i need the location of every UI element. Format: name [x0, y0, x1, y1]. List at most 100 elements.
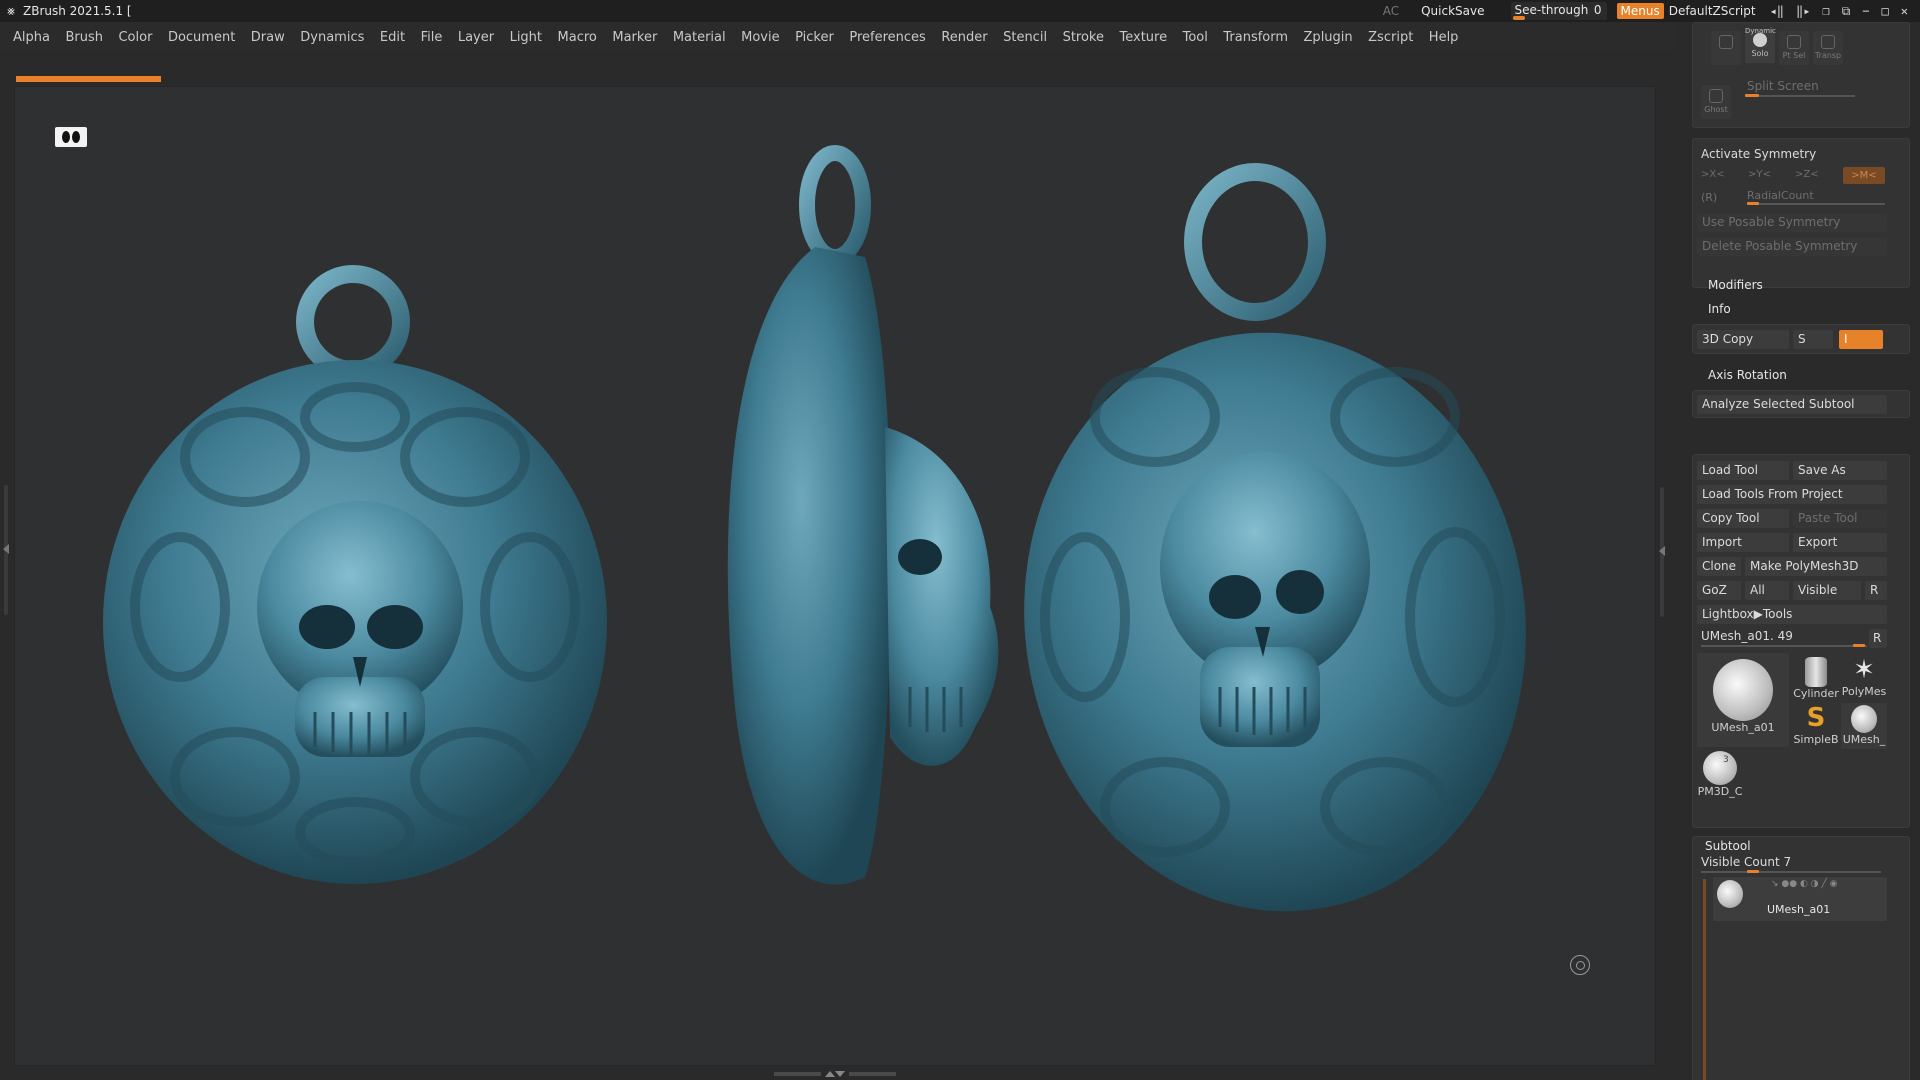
current-tool-r-button[interactable]: R	[1869, 629, 1887, 648]
menu-draw[interactable]: Draw	[251, 30, 285, 45]
window-swap-icon[interactable]: ⧉	[1842, 4, 1851, 19]
menu-brush[interactable]: Brush	[65, 30, 103, 45]
radial-r-button[interactable]: (R)	[1701, 191, 1717, 204]
subtool-title[interactable]: Subtool	[1705, 839, 1751, 853]
menu-tool[interactable]: Tool	[1183, 30, 1208, 45]
left-tray-arrow-icon[interactable]	[3, 544, 9, 554]
goz-visible-button[interactable]: Visible	[1793, 581, 1861, 600]
paste-tool-button[interactable]: Paste Tool	[1793, 509, 1887, 528]
save-as-button[interactable]: Save As	[1793, 461, 1887, 480]
tool-thumb-umesh[interactable]: UMesh_	[1841, 703, 1887, 749]
copy3d-s-button[interactable]: S	[1793, 330, 1833, 349]
local-transform-icon[interactable]	[1711, 31, 1741, 65]
tool-thumb-simplebrush[interactable]: S SimpleB	[1793, 703, 1839, 749]
menu-preferences[interactable]: Preferences	[849, 30, 925, 45]
layout-right-icon[interactable]: ‖▸	[1796, 4, 1810, 18]
load-tool-button[interactable]: Load Tool	[1697, 461, 1789, 480]
goz-button[interactable]: GoZ	[1697, 581, 1741, 600]
radial-count-label[interactable]: RadialCount	[1747, 189, 1814, 202]
menu-alpha[interactable]: Alpha	[13, 30, 50, 45]
menu-color[interactable]: Color	[118, 30, 152, 45]
subtool-scrollbar[interactable]	[1703, 879, 1706, 1080]
symmetry-z-button[interactable]: >Z<	[1795, 169, 1819, 180]
menus-toggle-button[interactable]: Menus	[1616, 3, 1664, 19]
axis-rotation-label[interactable]: Axis Rotation	[1708, 368, 1787, 382]
menu-movie[interactable]: Movie	[741, 30, 779, 45]
minimize-icon[interactable]: −	[1862, 4, 1869, 18]
analyze-selected-subtool-button[interactable]: Analyze Selected Subtool	[1697, 395, 1887, 414]
modifiers-label[interactable]: Modifiers	[1708, 278, 1763, 292]
tool-thumb-pm3d[interactable]: 3 PM3D_C	[1697, 751, 1743, 798]
delete-posable-symmetry-button[interactable]: Delete Posable Symmetry	[1697, 237, 1887, 256]
menu-render[interactable]: Render	[941, 30, 987, 45]
radial-count-knob[interactable]	[1747, 202, 1759, 205]
ac-label[interactable]: AC	[1383, 4, 1399, 18]
goz-r-button[interactable]: R	[1865, 581, 1887, 600]
subtool-options-icons[interactable]: ↘ ●● ◐ ◑ ╱ ◉	[1771, 879, 1838, 889]
info-label[interactable]: Info	[1708, 302, 1731, 316]
use-posable-symmetry-button[interactable]: Use Posable Symmetry	[1697, 213, 1887, 232]
menu-stroke[interactable]: Stroke	[1063, 30, 1104, 45]
bottom-tray-handle[interactable]	[770, 1071, 900, 1077]
maximize-icon[interactable]: □	[1882, 4, 1889, 18]
lightbox-tools-button[interactable]: Lightbox▶Tools	[1697, 605, 1887, 624]
menu-transform[interactable]: Transform	[1223, 30, 1288, 45]
pendant-three-quarter-view[interactable]	[987, 163, 1563, 944]
quicksave-button[interactable]: QuickSave	[1421, 4, 1484, 18]
symmetry-m-button[interactable]: >M<	[1843, 167, 1885, 184]
copy-tool-button[interactable]: Copy Tool	[1697, 509, 1789, 528]
solo-button[interactable]: Dynamic Solo	[1745, 27, 1776, 63]
view-target-icon[interactable]	[1570, 955, 1590, 975]
tool-thumb-umesh-a01[interactable]: UMesh_a01	[1697, 653, 1789, 747]
window-stack-icon[interactable]: ❒	[1822, 4, 1829, 18]
tool-thumb-cylinder[interactable]: Cylinder	[1793, 655, 1839, 701]
menu-marker[interactable]: Marker	[612, 30, 657, 45]
menu-dynamics[interactable]: Dynamics	[300, 30, 364, 45]
menu-help[interactable]: Help	[1429, 30, 1459, 45]
menu-file[interactable]: File	[421, 30, 443, 45]
split-screen-label[interactable]: Split Screen	[1747, 79, 1819, 93]
menu-layer[interactable]: Layer	[458, 30, 494, 45]
layout-left-icon[interactable]: ◂‖	[1770, 4, 1784, 18]
load-tools-from-project-button[interactable]: Load Tools From Project	[1697, 485, 1887, 504]
menu-zplugin[interactable]: Zplugin	[1304, 30, 1353, 45]
menu-stencil[interactable]: Stencil	[1003, 30, 1047, 45]
make-polymesh3d-button[interactable]: Make PolyMesh3D	[1745, 557, 1887, 576]
visible-count-label[interactable]: Visible Count 7	[1701, 855, 1791, 869]
export-button[interactable]: Export	[1793, 533, 1887, 552]
canvas-viewport[interactable]	[14, 86, 1656, 1066]
menu-zscript[interactable]: Zscript	[1368, 30, 1413, 45]
menu-texture[interactable]: Texture	[1120, 30, 1168, 45]
clone-button[interactable]: Clone	[1697, 557, 1741, 576]
ghost-button[interactable]: Ghost	[1701, 85, 1731, 119]
activate-symmetry-button[interactable]: Activate Symmetry	[1701, 147, 1816, 161]
close-icon[interactable]: ✕	[1901, 4, 1908, 18]
menu-document[interactable]: Document	[168, 30, 235, 45]
pendant-side-view[interactable]	[727, 145, 999, 885]
transparency-button[interactable]: Transp	[1813, 31, 1843, 65]
menu-material[interactable]: Material	[673, 30, 726, 45]
copy3d-button[interactable]: 3D Copy	[1697, 330, 1789, 349]
symmetry-y-button[interactable]: >Y<	[1748, 169, 1771, 180]
pendant-front-view[interactable]	[103, 265, 607, 884]
see-through-slider[interactable]: See-through 0	[1510, 2, 1607, 20]
default-zscript-button[interactable]: DefaultZScript	[1669, 4, 1756, 18]
point-select-button[interactable]: Pt Sel	[1779, 31, 1809, 65]
copy3d-value-input[interactable]: I	[1839, 330, 1883, 349]
menu-light[interactable]: Light	[510, 30, 542, 45]
current-tool-knob[interactable]	[1853, 644, 1865, 647]
menu-edit[interactable]: Edit	[380, 30, 405, 45]
current-tool-slider-label[interactable]: UMesh_a01. 49	[1701, 629, 1793, 643]
menu-macro[interactable]: Macro	[558, 30, 597, 45]
goz-all-button[interactable]: All	[1745, 581, 1789, 600]
split-screen-knob[interactable]	[1745, 94, 1759, 97]
tool-thumb-polymesh[interactable]: ✶ PolyMes	[1841, 655, 1887, 701]
right-tray-arrow-icon[interactable]	[1659, 546, 1665, 556]
see-through-knob[interactable]	[1512, 16, 1525, 20]
visible-count-knob[interactable]	[1747, 870, 1759, 873]
subtool-item-umesh-a01[interactable]: ↘ ●● ◐ ◑ ╱ ◉ UMesh_a01	[1713, 877, 1887, 921]
symmetry-x-button[interactable]: >X<	[1701, 169, 1725, 180]
floor-grid-icon[interactable]	[55, 127, 87, 147]
import-button[interactable]: Import	[1697, 533, 1789, 552]
menu-picker[interactable]: Picker	[795, 30, 834, 45]
